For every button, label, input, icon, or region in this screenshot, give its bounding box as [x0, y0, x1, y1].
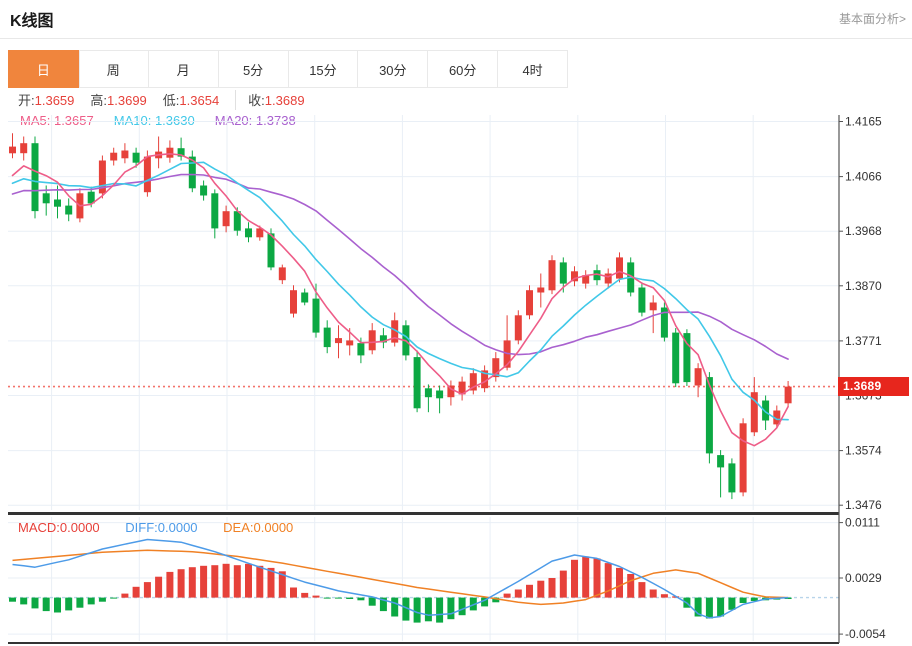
svg-text:1.3771: 1.3771	[845, 334, 882, 348]
svg-text:0.0111: 0.0111	[845, 516, 880, 530]
macd-values-row: MACD:0.0000 DIFF:0.0000 DEA:0.0000	[18, 520, 315, 535]
dea-line	[13, 550, 789, 604]
ma20-line	[13, 175, 789, 360]
svg-text:1.4165: 1.4165	[845, 115, 882, 129]
ma5-line	[13, 154, 789, 446]
kline-chart-canvas[interactable]: 1.41651.40661.39681.38701.37711.36731.35…	[0, 0, 912, 646]
candles-layer	[9, 133, 792, 499]
ma10-line	[13, 162, 789, 419]
svg-text:1.3574: 1.3574	[845, 444, 882, 458]
grid-lines	[8, 115, 839, 641]
macd-value: MACD:0.0000	[18, 520, 100, 535]
diff-value: DIFF:0.0000	[125, 520, 197, 535]
svg-text:-0.0054: -0.0054	[845, 627, 886, 641]
macd-histogram	[9, 556, 792, 622]
svg-text:1.3476: 1.3476	[845, 498, 882, 512]
svg-text:1.3870: 1.3870	[845, 279, 882, 293]
svg-text:1.3968: 1.3968	[845, 224, 882, 238]
dea-value: DEA:0.0000	[223, 520, 293, 535]
tab-interval-0[interactable]: 日	[8, 50, 80, 88]
svg-text:1.4066: 1.4066	[845, 170, 882, 184]
current-price-tag: 1.3689	[838, 377, 909, 396]
svg-text:0.0029: 0.0029	[845, 571, 882, 585]
